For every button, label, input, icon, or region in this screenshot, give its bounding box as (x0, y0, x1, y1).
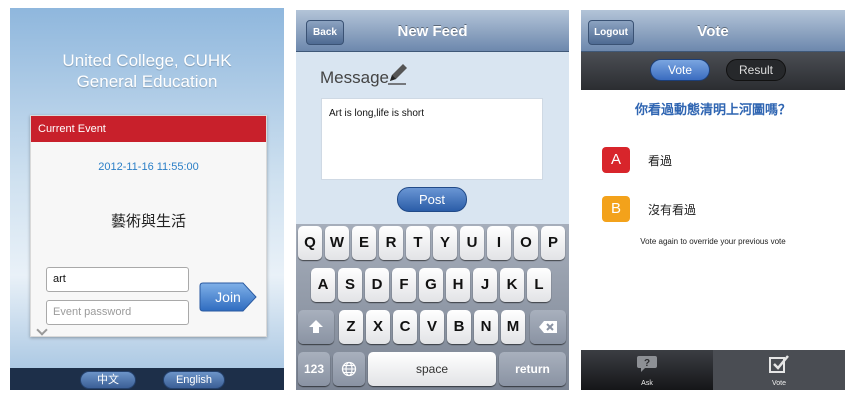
ask-icon: ? (637, 356, 657, 372)
segmented-control-bar: Vote Result (581, 52, 845, 90)
lang-english-button[interactable]: English (163, 371, 225, 389)
tab-ask[interactable]: ? Ask (581, 350, 713, 390)
app-title: United College, CUHK General Education (10, 50, 284, 92)
key-d[interactable]: D (365, 268, 389, 302)
pencil-icon (388, 64, 407, 85)
post-button[interactable]: Post (397, 187, 467, 212)
tab-vote-label: Vote (771, 380, 786, 387)
shift-key[interactable] (298, 310, 334, 344)
language-bar: 中文 English (10, 368, 284, 390)
current-event-card: Current Event 2012-11-16 11:55:00 藝術與生活 … (30, 115, 267, 337)
vote-icon (769, 355, 789, 373)
key-i[interactable]: I (487, 226, 511, 260)
screenshot-collage: United College, CUHK General Education C… (0, 0, 845, 398)
option-a-badge[interactable]: A (602, 147, 630, 173)
event-name-input[interactable]: art (46, 267, 189, 292)
navigation-bar: Logout Vote (581, 10, 845, 52)
globe-icon (341, 361, 357, 377)
key-b[interactable]: B (447, 310, 471, 344)
key-h[interactable]: H (446, 268, 470, 302)
key-m[interactable]: M (501, 310, 525, 344)
key-j[interactable]: J (473, 268, 497, 302)
message-label: Message (320, 68, 389, 87)
option-b-text[interactable]: 沒有看過 (648, 201, 696, 218)
event-name: 藝術與生活 (110, 212, 186, 230)
key-c[interactable]: C (393, 310, 417, 344)
key-t[interactable]: T (406, 226, 430, 260)
event-password-input[interactable]: Event password (46, 300, 189, 325)
space-key[interactable]: space (368, 352, 496, 386)
segment-vote[interactable]: Vote (650, 59, 710, 81)
key-l[interactable]: L (527, 268, 551, 302)
new-feed-screen: Back New Feed Message Art is long,life i… (296, 10, 569, 390)
title-line-1: United College, CUHK (62, 51, 232, 70)
tab-bar: ? Ask Vote (581, 350, 845, 390)
vote-screen: Logout Vote Vote Result 你看過動態清明上河圖嗎？ A 看… (581, 10, 845, 390)
key-x[interactable]: X (366, 310, 390, 344)
key-s[interactable]: S (338, 268, 362, 302)
key-r[interactable]: R (379, 226, 403, 260)
option-a-text[interactable]: 看過 (648, 152, 672, 169)
key-p[interactable]: P (541, 226, 565, 260)
vote-note: Vote again to override your previous vot… (640, 237, 786, 246)
lang-chinese-button[interactable]: 中文 (80, 371, 136, 389)
title-line-2: General Education (76, 72, 218, 91)
key-e[interactable]: E (352, 226, 376, 260)
login-screen: United College, CUHK General Education C… (10, 8, 284, 390)
key-n[interactable]: N (474, 310, 498, 344)
key-a[interactable]: A (311, 268, 335, 302)
tab-ask-label: Ask (641, 380, 653, 387)
vote-question: 你看過動態清明上河圖嗎？ (634, 103, 791, 118)
card-header: Current Event (31, 116, 266, 142)
option-b-badge[interactable]: B (602, 196, 630, 222)
join-label: Join (215, 289, 241, 305)
navigation-bar: Back New Feed (296, 10, 569, 52)
key-k[interactable]: K (500, 268, 524, 302)
globe-key[interactable] (333, 352, 365, 386)
join-button[interactable]: Join (199, 282, 257, 312)
event-datetime: 2012-11-16 11:55:00 (98, 161, 199, 173)
numbers-key[interactable]: 123 (298, 352, 330, 386)
svg-text:?: ? (644, 358, 650, 369)
nav-title: New Feed (397, 23, 468, 40)
return-key[interactable]: return (499, 352, 566, 386)
tab-vote[interactable]: Vote (713, 350, 845, 390)
nav-title: Vote (697, 23, 729, 40)
key-v[interactable]: V (420, 310, 444, 344)
segment-result[interactable]: Result (726, 59, 786, 81)
key-u[interactable]: U (460, 226, 484, 260)
key-z[interactable]: Z (339, 310, 363, 344)
key-q[interactable]: Q (298, 226, 322, 260)
key-w[interactable]: W (325, 226, 349, 260)
backspace-icon (539, 321, 557, 333)
key-o[interactable]: O (514, 226, 538, 260)
delete-key[interactable] (530, 310, 566, 344)
message-textarea[interactable]: Art is long,life is short (321, 98, 543, 180)
keyboard: QWERTYUIOP ASDFGHJKL ZXCVBNM 123 space r… (296, 224, 569, 390)
shift-icon (309, 320, 323, 333)
key-g[interactable]: G (419, 268, 443, 302)
key-f[interactable]: F (392, 268, 416, 302)
key-y[interactable]: Y (433, 226, 457, 260)
